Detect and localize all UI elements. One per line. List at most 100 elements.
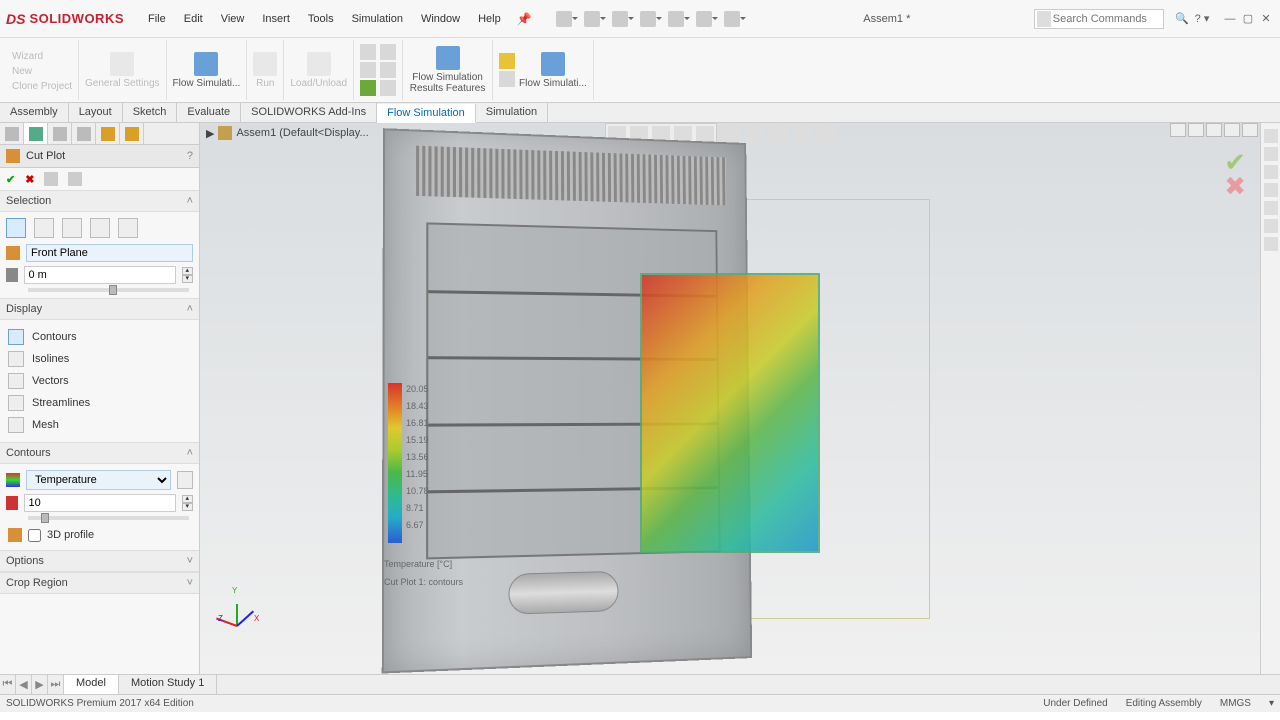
wizard-button[interactable]: Wizard: [12, 51, 43, 62]
tab-layout[interactable]: Layout: [69, 103, 123, 122]
menu-edit[interactable]: Edit: [176, 9, 211, 29]
help-dropdown-icon[interactable]: ? ▾: [1192, 12, 1212, 25]
qat-rebuild-icon[interactable]: [696, 11, 712, 27]
menu-tools[interactable]: Tools: [300, 9, 342, 29]
section-selection-header[interactable]: Selection˄: [0, 190, 199, 212]
config-manager-tab[interactable]: [48, 123, 72, 144]
levels-slider[interactable]: [28, 516, 189, 520]
qat-print-icon[interactable]: [640, 11, 656, 27]
ribbon-results-group[interactable]: Flow Simulation Results Features: [403, 40, 493, 100]
qat-new-icon[interactable]: [556, 11, 572, 27]
property-manager-tab[interactable]: [24, 123, 48, 144]
graphics-viewport[interactable]: ▶ Assem1 (Default<Display... ✔ ✖: [200, 123, 1260, 674]
menu-window[interactable]: Window: [413, 9, 468, 29]
plane-input[interactable]: [26, 244, 193, 262]
qat-undo-icon[interactable]: [668, 11, 684, 27]
sel-mode-3-icon[interactable]: [62, 218, 82, 238]
tab-model[interactable]: Model: [64, 675, 119, 694]
tab-simulation[interactable]: Simulation: [476, 103, 548, 122]
search-input[interactable]: [1053, 13, 1163, 25]
parameter-select[interactable]: Temperature: [26, 470, 171, 490]
pm-preview-icon[interactable]: [44, 172, 58, 186]
flow-sim2-button[interactable]: Flow Simulati...: [519, 52, 587, 89]
tab-first-icon[interactable]: ⏮: [0, 675, 16, 694]
ribbon-load-group[interactable]: Load/Unload: [284, 40, 354, 100]
slider-thumb[interactable]: [109, 285, 117, 295]
tab-assembly[interactable]: Assembly: [0, 103, 69, 122]
qat-open-icon[interactable]: [584, 11, 600, 27]
menu-file[interactable]: File: [140, 9, 174, 29]
display-vectors-toggle[interactable]: Vectors: [6, 370, 193, 392]
pin-icon[interactable]: 📌: [517, 12, 532, 26]
section-display-header[interactable]: Display˄: [0, 298, 199, 320]
tab-addins[interactable]: SOLIDWORKS Add-Ins: [241, 103, 377, 122]
slider-thumb[interactable]: [41, 513, 49, 523]
tab-sketch[interactable]: Sketch: [123, 103, 178, 122]
dimxpert-tab[interactable]: [72, 123, 96, 144]
offset-slider[interactable]: [28, 288, 189, 292]
pm-cancel-button[interactable]: ✖: [25, 173, 34, 186]
pm-help-icon[interactable]: ?: [187, 150, 193, 162]
taskpane-design-library-icon[interactable]: [1264, 147, 1278, 161]
new-button[interactable]: New: [12, 66, 32, 77]
sel-mode-2-icon[interactable]: [34, 218, 54, 238]
status-units[interactable]: MMGS: [1220, 698, 1251, 709]
display-mesh-toggle[interactable]: Mesh: [6, 414, 193, 436]
insert-icon-4[interactable]: [380, 44, 396, 60]
offset-input[interactable]: [24, 266, 176, 284]
vp-close-icon[interactable]: [1242, 123, 1258, 137]
taskpane-custom-props-icon[interactable]: [1264, 219, 1278, 233]
taskpane-view-palette-icon[interactable]: [1264, 183, 1278, 197]
tab-prev-icon[interactable]: ◀: [16, 675, 32, 694]
tab-last-icon[interactable]: ⏭: [48, 675, 64, 694]
feature-manager-tab[interactable]: [0, 123, 24, 144]
insert-icon-3[interactable]: [360, 80, 376, 96]
vp-new-window-icon[interactable]: [1170, 123, 1186, 137]
section-options-header[interactable]: Options˅: [0, 550, 199, 572]
levels-spinner[interactable]: ▴▾: [182, 495, 194, 511]
display-isolines-toggle[interactable]: Isolines: [6, 348, 193, 370]
sel-mode-5-icon[interactable]: [118, 218, 138, 238]
section-contours-header[interactable]: Contours˄: [0, 442, 199, 464]
display-contours-toggle[interactable]: Contours: [6, 326, 193, 348]
menu-view[interactable]: View: [213, 9, 253, 29]
tab-flow-simulation[interactable]: Flow Simulation: [377, 104, 476, 123]
tab-next-icon[interactable]: ▶: [32, 675, 48, 694]
sel-mode-4-icon[interactable]: [90, 218, 110, 238]
taskpane-file-explorer-icon[interactable]: [1264, 165, 1278, 179]
search-icon[interactable]: 🔍: [1172, 12, 1192, 25]
insert-icon-2[interactable]: [360, 62, 376, 78]
menu-simulation[interactable]: Simulation: [344, 9, 411, 29]
profile-3d-checkbox[interactable]: [28, 529, 41, 542]
ribbon-general-group[interactable]: General Settings: [79, 40, 167, 100]
maximize-icon[interactable]: ▢: [1240, 11, 1256, 27]
clone-button[interactable]: Clone Project: [12, 81, 72, 92]
vp-minimize-icon[interactable]: [1206, 123, 1222, 137]
parameter-edit-icon[interactable]: [177, 471, 193, 489]
tab-motion-study[interactable]: Motion Study 1: [119, 675, 217, 694]
plane-mode-icon[interactable]: [6, 218, 26, 238]
tab-evaluate[interactable]: Evaluate: [177, 103, 241, 122]
section-crop-header[interactable]: Crop Region˅: [0, 572, 199, 594]
insert-icon-6[interactable]: [380, 80, 396, 96]
display-manager-tab[interactable]: [96, 123, 120, 144]
orientation-triad[interactable]: Y X Z: [218, 592, 262, 632]
disp-icon-2[interactable]: [499, 71, 515, 87]
confirmation-cancel-icon[interactable]: ✖: [1224, 171, 1246, 202]
minimize-icon[interactable]: —: [1222, 11, 1238, 27]
search-commands[interactable]: [1034, 9, 1164, 29]
qat-save-icon[interactable]: [612, 11, 628, 27]
menu-help[interactable]: Help: [470, 9, 509, 29]
taskpane-forum-icon[interactable]: [1264, 237, 1278, 251]
vp-link-icon[interactable]: [1188, 123, 1204, 137]
taskpane-appearances-icon[interactable]: [1264, 201, 1278, 215]
ribbon-run-group[interactable]: Run: [247, 40, 284, 100]
pm-ok-button[interactable]: ✔: [6, 173, 15, 186]
offset-spinner[interactable]: ▴▾: [182, 267, 194, 283]
flyout-feature-tree[interactable]: ▶ Assem1 (Default<Display...: [206, 126, 369, 140]
insert-icon-1[interactable]: [360, 44, 376, 60]
menu-insert[interactable]: Insert: [254, 9, 298, 29]
insert-icon-5[interactable]: [380, 62, 396, 78]
ribbon-flowsim-group[interactable]: Flow Simulati...: [167, 40, 248, 100]
qat-options-icon[interactable]: [724, 11, 740, 27]
